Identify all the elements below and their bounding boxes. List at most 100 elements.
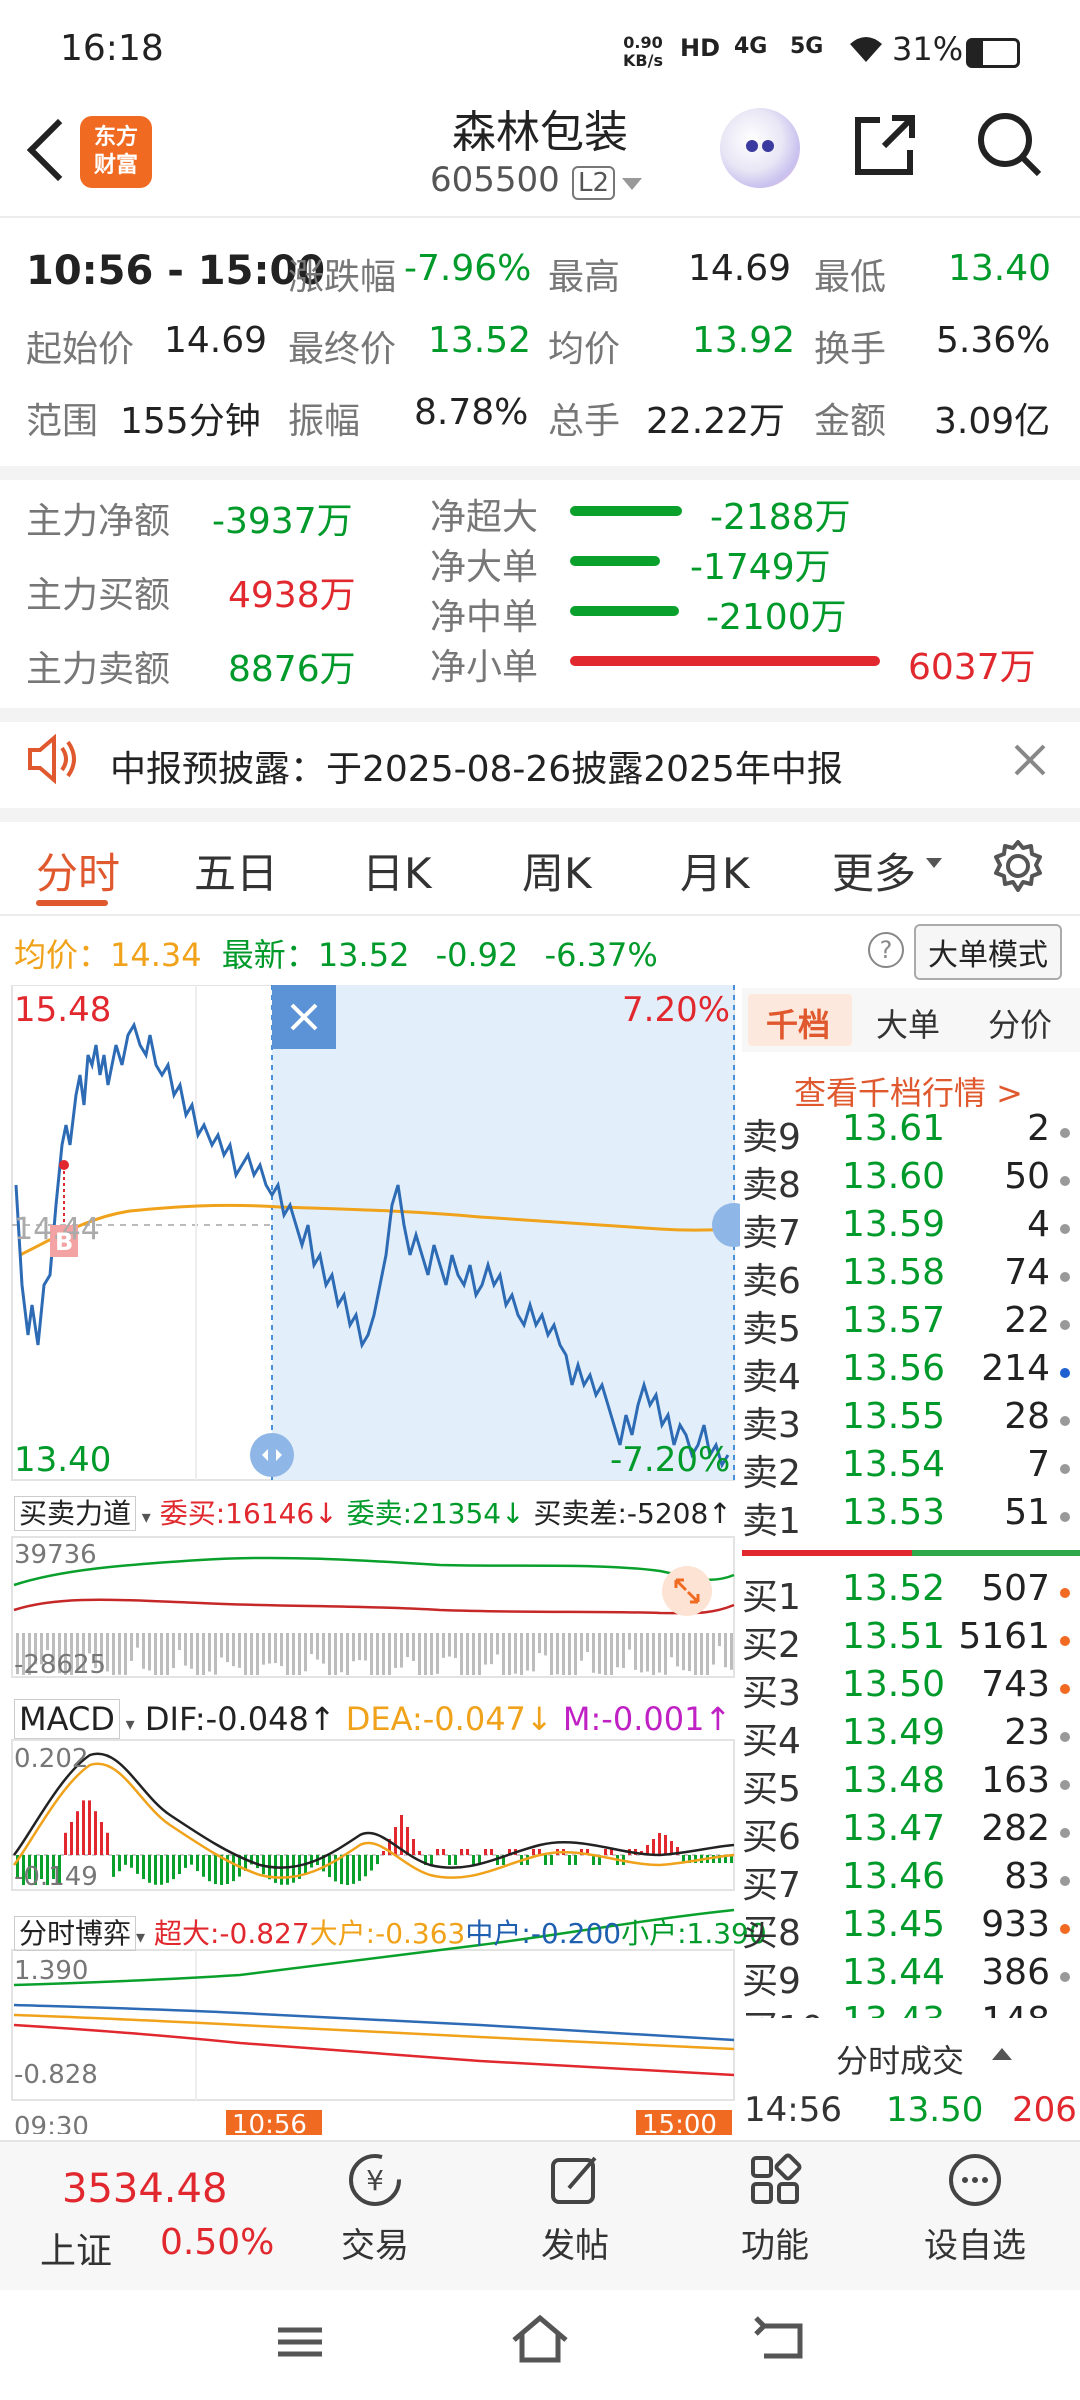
bid-row[interactable]: 买5 13.48 163 — [742, 1760, 1080, 1810]
index-pct[interactable]: 0.50% — [160, 2222, 274, 2263]
volume-bar — [376, 1633, 379, 1675]
tab-thousand-depth[interactable]: 千档 — [766, 1000, 830, 1046]
settings-gear-icon[interactable] — [990, 838, 1046, 894]
ask-row[interactable]: 卖9 13.61 2 — [742, 1108, 1080, 1158]
nav-trade[interactable]: ¥ 交易 — [300, 2150, 450, 2267]
bid-row[interactable]: 买3 13.50 743 — [742, 1664, 1080, 1714]
expand-icon[interactable] — [662, 1566, 712, 1616]
tab-monthly-k[interactable]: 月K — [680, 840, 750, 901]
macd-bar — [664, 1835, 667, 1855]
intraday-chart[interactable] — [0, 985, 740, 2135]
index-name[interactable]: 上证 — [40, 2222, 112, 2274]
ask-row[interactable]: 卖1 13.53 51 — [742, 1492, 1080, 1542]
dea-label: DEA: — [345, 1700, 423, 1738]
trade-price: 13.50 — [886, 2090, 984, 2130]
volume-bar — [586, 1633, 589, 1652]
bid-row[interactable]: 买7 13.46 83 — [742, 1856, 1080, 1906]
volume-bar — [130, 1633, 133, 1661]
bid-row[interactable]: 买4 13.49 23 — [742, 1712, 1080, 1762]
search-icon[interactable] — [975, 110, 1045, 180]
time-start-label: 09:30 — [14, 2112, 89, 2134]
bid-row[interactable]: 买2 13.51 5161 — [742, 1616, 1080, 1666]
menu-icon[interactable] — [270, 2316, 330, 2366]
network-speed: 0.90 KB/s — [623, 33, 663, 70]
volume-label: 总手 — [548, 401, 621, 442]
volume-bar — [532, 1633, 535, 1672]
bid-indicator-dot — [1060, 1876, 1070, 1886]
assistant-avatar-icon[interactable] — [720, 108, 800, 188]
ask-row[interactable]: 卖4 13.56 214 — [742, 1348, 1080, 1398]
volume-bar — [646, 1633, 649, 1672]
bid-row[interactable]: 买6 13.47 282 — [742, 1808, 1080, 1858]
tab-daily-k[interactable]: 日K — [362, 840, 432, 901]
caret-down-icon[interactable] — [926, 858, 942, 868]
more-dots-icon — [945, 2150, 1005, 2210]
ask-price: 13.60 — [842, 1156, 946, 1197]
l2-badge[interactable]: L2 — [572, 166, 616, 200]
bid-indicator-dot — [1060, 1924, 1070, 1934]
bid-volume: 933 — [981, 1904, 1050, 1945]
nav-functions[interactable]: 功能 — [700, 2150, 850, 2267]
volume-bar — [274, 1633, 277, 1664]
volume-bar — [634, 1633, 637, 1670]
bid-row[interactable]: 买9 13.44 386 — [742, 1952, 1080, 2002]
close-icon[interactable] — [1010, 740, 1050, 780]
bid-row[interactable]: 买8 13.45 933 — [742, 1904, 1080, 1954]
ask-row[interactable]: 卖2 13.54 7 — [742, 1444, 1080, 1494]
nav-add-watchlist[interactable]: 设自选 — [900, 2150, 1050, 2267]
tab-weekly-k[interactable]: 周K — [522, 840, 592, 901]
macd-bar — [448, 1855, 451, 1865]
ask-row[interactable]: 卖6 13.58 74 — [742, 1252, 1080, 1302]
tab-five-day[interactable]: 五日 — [194, 840, 278, 901]
trades-title[interactable]: 分时成交 — [836, 2036, 964, 2082]
ask-bid-divider-green — [912, 1550, 1080, 1556]
ask-price: 13.59 — [842, 1204, 946, 1245]
macd-bar — [346, 1855, 349, 1885]
ask-row[interactable]: 卖7 13.59 4 — [742, 1204, 1080, 1254]
flow-value: 6037万 — [908, 647, 1036, 688]
ask-arrow: ↓ — [501, 1497, 525, 1530]
ask-row[interactable]: 卖3 13.55 28 — [742, 1396, 1080, 1446]
tab-price-distribution[interactable]: 分价 — [988, 1000, 1052, 1046]
home-icon[interactable] — [508, 2310, 572, 2370]
macd-selector[interactable]: MACD — [14, 1699, 120, 1739]
macd-top-label: 0.202 — [14, 1744, 89, 1774]
ask-label: 卖2 — [742, 1453, 801, 1494]
volume-bar — [430, 1633, 433, 1675]
big-value: -0.363 — [375, 1917, 466, 1950]
notice-text[interactable]: 中报预披露：于2025-08-26披露2025年中报 — [110, 740, 843, 792]
tab-big-orders[interactable]: 大单 — [876, 1000, 940, 1046]
macd-bar — [112, 1855, 115, 1877]
volume-value: 22.22万 — [646, 401, 786, 442]
index-value[interactable]: 3534.48 — [62, 2166, 227, 2212]
macd-bar — [70, 1822, 73, 1855]
game-selector[interactable]: 分时博弈 — [14, 1916, 137, 1951]
bid-row[interactable]: 买1 13.52 507 — [742, 1568, 1080, 1618]
chevron-down-icon[interactable] — [622, 178, 642, 190]
ask-row[interactable]: 卖5 13.57 22 — [742, 1300, 1080, 1350]
macd-bar — [484, 1849, 487, 1855]
bid-row[interactable]: 买10 13.43 148 — [742, 2000, 1080, 2018]
help-icon[interactable]: ? — [868, 932, 904, 968]
big-label: 大户: — [309, 1917, 376, 1950]
caret-up-icon[interactable] — [992, 2048, 1012, 2060]
volume-bar — [472, 1633, 475, 1675]
nav-post[interactable]: 发帖 — [500, 2150, 650, 2267]
volume-indicator-selector[interactable]: 买卖力道 — [14, 1496, 137, 1531]
span-label: 范围 — [26, 401, 99, 442]
bid-volume: 386 — [981, 1952, 1050, 1993]
volume-bar — [598, 1633, 601, 1674]
tab-more[interactable]: 更多 — [832, 840, 916, 901]
bid-volume: 83 — [1004, 1856, 1050, 1897]
min-pct-label: -7.20% — [610, 1440, 731, 1480]
bid-price: 13.46 — [842, 1856, 946, 1897]
ask-row[interactable]: 卖8 13.60 50 — [742, 1156, 1080, 1206]
macd-bar — [412, 1839, 415, 1855]
bid-volume: 163 — [981, 1760, 1050, 1801]
share-icon[interactable] — [850, 110, 920, 180]
tab-intraday[interactable]: 分时 — [36, 840, 120, 901]
back-system-icon[interactable] — [750, 2316, 810, 2366]
main-sell-label: 主力卖额 — [26, 649, 171, 690]
buy-marker[interactable]: B — [55, 1228, 73, 1256]
big-order-mode-button[interactable]: 大单模式 — [914, 924, 1062, 980]
